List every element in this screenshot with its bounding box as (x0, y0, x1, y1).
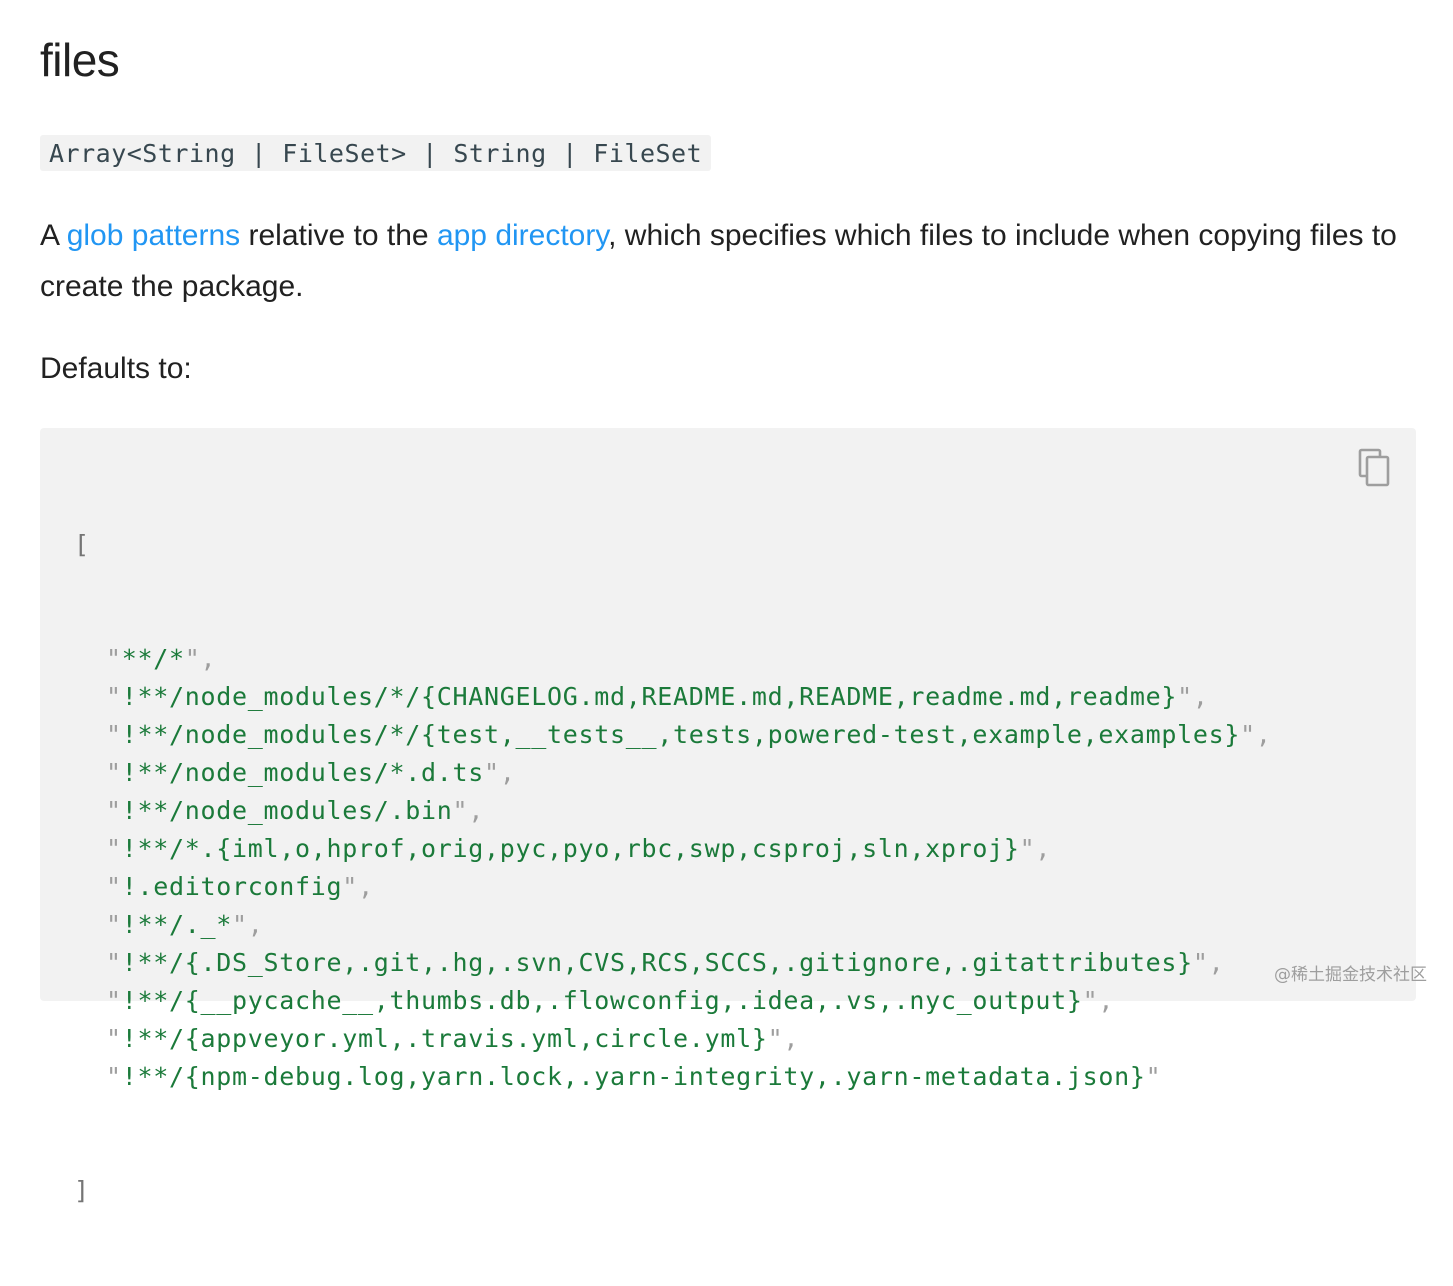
code-string-line: "!**/node_modules/.bin", (106, 796, 485, 825)
code-string-line: "!**/node_modules/*.d.ts", (106, 758, 516, 787)
copy-icon (1358, 448, 1390, 487)
description-paragraph: A glob patterns relative to the app dire… (40, 210, 1416, 312)
glob-patterns-link[interactable]: glob patterns (67, 219, 240, 252)
watermark: @稀土掘金技术社区 (1274, 965, 1427, 985)
code-string-value: !**/{npm-debug.log,yarn.lock,.yarn-integ… (121, 1062, 1146, 1091)
open-bracket: [ (74, 530, 90, 559)
code-string-line: "!.editorconfig", (106, 872, 374, 901)
defaults-label: Defaults to: (40, 352, 192, 385)
code-string-value: !**/{appveyor.yml,.travis.yml,circle.yml… (121, 1024, 768, 1053)
code-string-value: !**/node_modules/*.d.ts (121, 758, 485, 787)
code-string-value: !**/._* (121, 910, 233, 939)
code-string-value: !**/node_modules/*/{test,__tests__,tests… (121, 720, 1241, 749)
code-string-line: "!**/{npm-debug.log,yarn.lock,.yarn-inte… (106, 1062, 1162, 1091)
code-content: [ "**/*", "!**/node_modules/*/{CHANGELOG.… (74, 450, 1272, 1286)
code-string-line: "**/*", (106, 644, 217, 673)
code-string-value: !.editorconfig (121, 872, 343, 901)
code-string-line: "!**/{.DS_Store,.git,.hg,.svn,CVS,RCS,SC… (106, 948, 1225, 977)
code-string-value: !**/*.{iml,o,hprof,orig,pyc,pyo,rbc,swp,… (121, 834, 1020, 863)
code-string-value: !**/node_modules/.bin (121, 796, 453, 825)
code-string-line: "!**/{__pycache__,thumbs.db,.flowconfig,… (106, 986, 1115, 1015)
code-string-value: !**/{.DS_Store,.git,.hg,.svn,CVS,RCS,SCC… (121, 948, 1193, 977)
code-string-line: "!**/node_modules/*/{CHANGELOG.md,README… (106, 682, 1209, 711)
close-bracket: ] (74, 1176, 90, 1205)
code-string-line: "!**/{appveyor.yml,.travis.yml,circle.ym… (106, 1024, 800, 1053)
code-string-line: "!**/node_modules/*/{test,__tests__,test… (106, 720, 1272, 749)
page-title: files (40, 34, 120, 86)
code-string-value: **/* (121, 644, 185, 673)
code-string-value: !**/node_modules/*/{CHANGELOG.md,README.… (121, 682, 1178, 711)
copy-button[interactable] (1358, 448, 1392, 488)
description-middle: relative to the (240, 219, 437, 252)
code-string-line: "!**/._*", (106, 910, 264, 939)
code-block: [ "**/*", "!**/node_modules/*/{CHANGELOG.… (40, 428, 1416, 1205)
code-string-line: "!**/*.{iml,o,hprof,orig,pyc,pyo,rbc,swp… (106, 834, 1052, 863)
description-prefix: A (40, 219, 67, 252)
type-signature: Array<String | FileSet> | String | FileS… (40, 135, 712, 171)
app-directory-link[interactable]: app directory (437, 219, 608, 252)
